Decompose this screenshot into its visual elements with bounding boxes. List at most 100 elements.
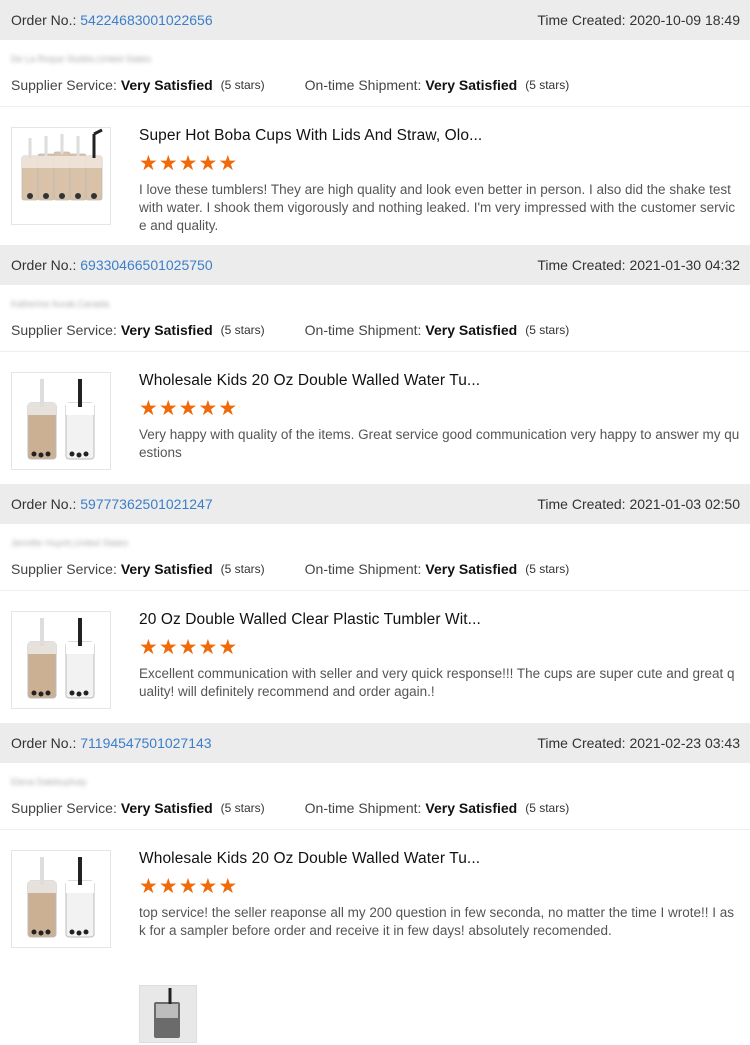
review-body: Wholesale Kids 20 Oz Double Walled Water… [0,830,750,948]
supplier-service-value: Very Satisfied [120,561,213,577]
order-no-label: Order No.: [11,257,77,273]
buyer-name: Katherine Aurak,Canada [11,299,110,309]
ontime-shipment-value: Very Satisfied [425,77,518,93]
review-text: I love these tumblers! They are high qua… [139,182,736,233]
boba-cups-image [21,128,103,201]
star-icon: ★ [178,875,198,898]
buyer-name: De La Roque Stubbs,United States [11,54,152,64]
ontime-shipment-label: On-time Shipment: [304,800,422,816]
buyer-name: Jennifer Huynh,United States [11,538,129,548]
star-icon: ★ [178,636,198,659]
supplier-service-value: Very Satisfied [120,322,213,338]
star-icon: ★ [218,875,238,898]
order-no-link[interactable]: 59777362501021247 [80,496,212,512]
ontime-shipment-stars: (5 stars) [525,323,570,337]
buyer-row: Jennifer Huynh,United States Supplier Se… [0,524,750,591]
star-icon: ★ [178,397,198,420]
time-created-value: 2021-02-23 03:43 [629,735,740,751]
star-icon: ★ [139,152,158,175]
buyer-row: Elena Dalebuyhuty Supplier Service: Very… [0,763,750,830]
order-no-link[interactable]: 54224683001022656 [80,12,212,28]
star-icon: ★ [218,397,238,420]
time-created-value: 2021-01-03 02:50 [629,496,740,512]
ratings-row: Supplier Service: Very Satisfied (5 star… [11,561,569,577]
review-3: Order No.: 59777362501021247 Time Create… [0,484,750,723]
ontime-shipment-label: On-time Shipment: [304,322,422,338]
review-4: Order No.: 71194547501027143 Time Create… [0,723,750,1043]
star-rating: ★ ★ ★ ★ ★ [139,398,740,419]
product-title[interactable]: Wholesale Kids 20 Oz Double Walled Water… [139,372,740,390]
buyer-row: Katherine Aurak,Canada Supplier Service:… [0,285,750,352]
tumblers-image [27,618,95,699]
supplier-service-stars: (5 stars) [220,323,265,337]
order-no-label: Order No.: [11,496,77,512]
product-thumbnail[interactable] [11,372,111,470]
star-icon: ★ [198,397,218,420]
product-thumbnail[interactable] [11,611,111,709]
supplier-service-stars: (5 stars) [220,78,265,92]
order-header: Order No.: 54224683001022656 Time Create… [0,0,750,40]
ontime-shipment-label: On-time Shipment: [304,77,422,93]
ontime-shipment-stars: (5 stars) [525,801,570,815]
star-icon: ★ [158,636,178,659]
time-created-label: Time Created: [537,496,626,512]
time-created-label: Time Created: [537,12,626,28]
time-created-label: Time Created: [537,735,626,751]
ontime-shipment-stars: (5 stars) [525,78,570,92]
cup-photo-image [140,986,196,1042]
star-icon: ★ [158,152,178,175]
star-icon: ★ [218,636,238,659]
supplier-service-label: Supplier Service: [11,800,117,816]
star-rating: ★ ★ ★ ★ ★ [139,876,740,897]
supplier-service-value: Very Satisfied [120,800,213,816]
star-icon: ★ [198,152,218,175]
tumblers-image [27,379,95,460]
star-icon: ★ [139,875,158,898]
tumblers-image [27,857,95,938]
ratings-row: Supplier Service: Very Satisfied (5 star… [11,77,569,93]
star-icon: ★ [158,397,178,420]
product-title[interactable]: Wholesale Kids 20 Oz Double Walled Water… [139,850,740,868]
product-thumbnail[interactable] [11,127,111,225]
order-no-label: Order No.: [11,12,77,28]
review-body: Wholesale Kids 20 Oz Double Walled Water… [0,352,750,470]
review-photo[interactable] [139,985,197,1043]
ratings-row: Supplier Service: Very Satisfied (5 star… [11,322,569,338]
star-rating: ★ ★ ★ ★ ★ [139,637,740,658]
supplier-service-value: Very Satisfied [120,77,213,93]
supplier-service-stars: (5 stars) [220,801,265,815]
order-header: Order No.: 69330466501025750 Time Create… [0,245,750,285]
star-rating: ★ ★ ★ ★ ★ [139,153,740,174]
order-no-label: Order No.: [11,735,77,751]
star-icon: ★ [198,875,218,898]
product-title[interactable]: 20 Oz Double Walled Clear Plastic Tumble… [139,611,740,629]
review-1: Order No.: 54224683001022656 Time Create… [0,0,750,245]
order-header: Order No.: 71194547501027143 Time Create… [0,723,750,763]
product-thumbnail[interactable] [11,850,111,948]
ontime-shipment-value: Very Satisfied [425,561,518,577]
star-icon: ★ [178,152,198,175]
time-created-value: 2021-01-30 04:32 [629,257,740,273]
order-no-link[interactable]: 71194547501027143 [80,735,211,751]
ratings-row: Supplier Service: Very Satisfied (5 star… [11,800,569,816]
order-header: Order No.: 59777362501021247 Time Create… [0,484,750,524]
ontime-shipment-stars: (5 stars) [525,562,570,576]
review-text: Excellent communication with seller and … [139,666,735,699]
star-icon: ★ [218,152,238,175]
ontime-shipment-label: On-time Shipment: [304,561,422,577]
supplier-service-label: Supplier Service: [11,561,117,577]
review-2: Order No.: 69330466501025750 Time Create… [0,245,750,484]
review-body: Super Hot Boba Cups With Lids And Straw,… [0,107,750,235]
review-text: top service! the seller reaponse all my … [139,905,735,938]
ontime-shipment-value: Very Satisfied [425,800,518,816]
supplier-service-stars: (5 stars) [220,562,265,576]
product-title[interactable]: Super Hot Boba Cups With Lids And Straw,… [139,127,740,145]
time-created-value: 2020-10-09 18:49 [629,12,740,28]
time-created-label: Time Created: [537,257,626,273]
supplier-service-label: Supplier Service: [11,322,117,338]
supplier-service-label: Supplier Service: [11,77,117,93]
star-icon: ★ [198,636,218,659]
buyer-name: Elena Dalebuyhuty [11,777,87,787]
review-text: Very happy with quality of the items. Gr… [139,427,740,460]
order-no-link[interactable]: 69330466501025750 [80,257,212,273]
